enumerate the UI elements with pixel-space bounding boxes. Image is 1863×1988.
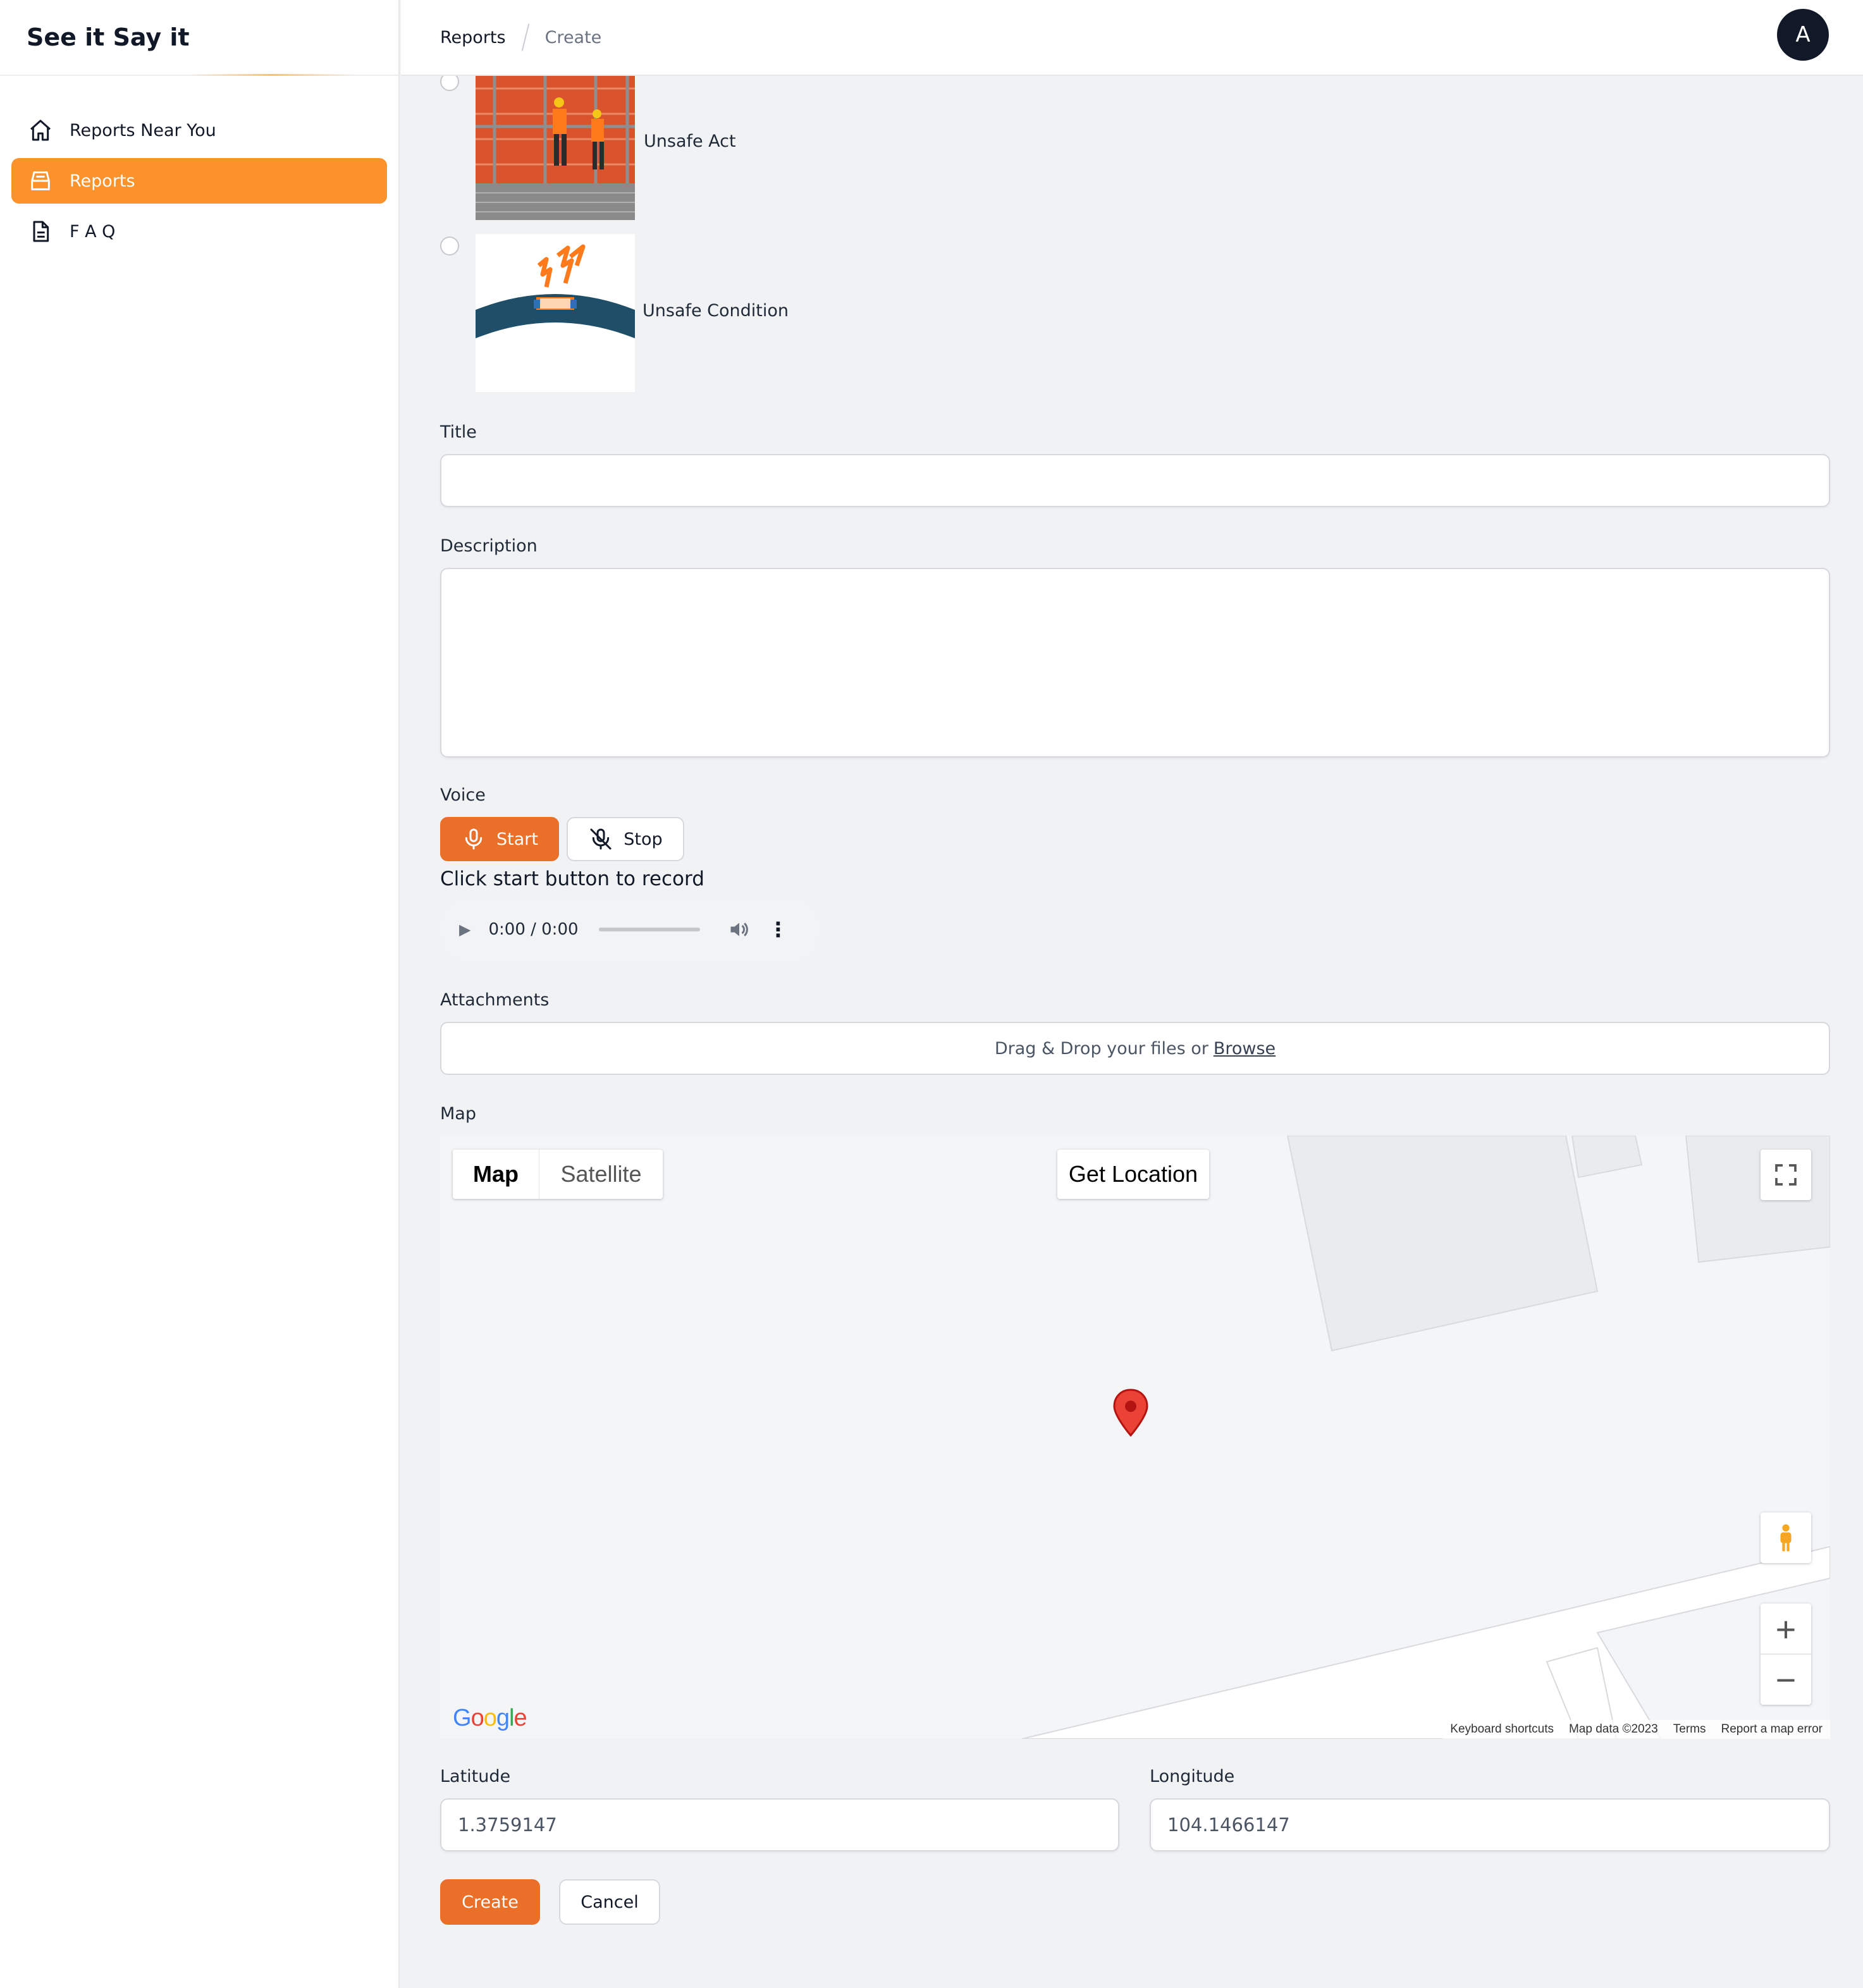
description-textarea[interactable] xyxy=(441,569,1829,756)
play-icon[interactable]: ▶ xyxy=(459,921,470,938)
audio-time: 0:00 / 0:00 xyxy=(488,920,579,939)
description-label: Description xyxy=(440,536,538,556)
drop-text: Drag & Drop your files or xyxy=(994,1038,1208,1058)
browse-link[interactable]: Browse xyxy=(1214,1039,1276,1058)
fullscreen-button[interactable] xyxy=(1761,1150,1811,1200)
title-field[interactable] xyxy=(440,454,1830,507)
file-drop-zone[interactable]: Drag & Drop your files or Browse xyxy=(440,1022,1830,1075)
sidebar-item-faq[interactable]: F A Q xyxy=(11,209,387,254)
sidebar: See it Say it Reports Near You Reports F… xyxy=(0,0,400,1988)
audio-player: ▶ 0:00 / 0:00 ⋮ xyxy=(440,897,820,962)
description-field[interactable] xyxy=(440,568,1830,758)
sidebar-item-reports-near-you[interactable]: Reports Near You xyxy=(11,107,387,153)
start-label: Start xyxy=(496,829,538,849)
keyboard-shortcuts-link[interactable]: Keyboard shortcuts xyxy=(1450,1722,1554,1736)
map-type-map-button[interactable]: Map xyxy=(453,1150,539,1199)
zoom-in-icon[interactable]: + xyxy=(1761,1604,1811,1655)
google-logo: Google xyxy=(453,1705,527,1731)
longitude-label: Longitude xyxy=(1150,1767,1235,1786)
report-create-form: Unsafe Act Unsafe Condition Title Descri… xyxy=(401,76,1863,1988)
map-data-attribution: Map data ©2023 xyxy=(1568,1722,1658,1736)
title-label: Title xyxy=(440,422,477,442)
breadcrumb-reports[interactable]: Reports xyxy=(440,28,506,47)
audio-progress-bar[interactable] xyxy=(598,928,700,931)
more-options-icon[interactable]: ⋮ xyxy=(768,917,789,942)
report-map-error-link[interactable]: Report a map error xyxy=(1721,1722,1823,1736)
cancel-button[interactable]: Cancel xyxy=(559,1879,660,1925)
map-type-control: Map Satellite xyxy=(453,1150,663,1199)
stop-label: Stop xyxy=(624,829,663,849)
type-label-unsafe-act: Unsafe Act xyxy=(644,132,736,151)
document-icon xyxy=(33,221,49,242)
volume-icon[interactable] xyxy=(728,918,751,941)
map-type-satellite-button[interactable]: Satellite xyxy=(539,1150,663,1199)
get-location-button[interactable]: Get Location xyxy=(1057,1150,1209,1199)
type-label-unsafe-condition: Unsafe Condition xyxy=(643,301,789,321)
microphone-off-icon xyxy=(590,828,612,850)
unsafe-condition-image xyxy=(476,234,635,392)
app-title: See it Say it xyxy=(0,0,398,76)
record-hint: Click start button to record xyxy=(440,868,704,890)
sidebar-item-label: Reports xyxy=(70,171,135,191)
title-input[interactable] xyxy=(441,455,1829,506)
map-tiles xyxy=(1021,1136,1830,1739)
voice-label: Voice xyxy=(440,785,486,805)
latitude-field[interactable] xyxy=(440,1798,1119,1851)
map-label: Map xyxy=(440,1104,476,1124)
type-radio-unsafe-act[interactable] xyxy=(440,76,459,91)
tray-icon xyxy=(31,171,50,190)
pegman-icon xyxy=(1780,1524,1792,1552)
breadcrumb-create: Create xyxy=(544,27,602,47)
latitude-input[interactable] xyxy=(441,1800,1118,1850)
start-record-button[interactable]: Start xyxy=(440,817,559,861)
breadcrumb-separator xyxy=(521,23,529,51)
terms-link[interactable]: Terms xyxy=(1673,1722,1706,1736)
longitude-input[interactable] xyxy=(1151,1800,1829,1850)
unsafe-act-image xyxy=(476,76,635,220)
sidebar-item-reports[interactable]: Reports xyxy=(11,158,387,204)
latitude-label: Latitude xyxy=(440,1767,511,1786)
zoom-control: + − xyxy=(1761,1604,1811,1705)
avatar[interactable]: A xyxy=(1777,9,1829,61)
sidebar-item-label: Reports Near You xyxy=(70,120,216,140)
location-pin-icon[interactable] xyxy=(1113,1389,1148,1437)
map-footer: Keyboard shortcuts Map data ©2023 Terms … xyxy=(1442,1720,1830,1739)
street-view-pegman[interactable] xyxy=(1761,1512,1811,1563)
create-button[interactable]: Create xyxy=(440,1879,540,1925)
top-header: Reports Create A xyxy=(401,0,1863,76)
type-radio-unsafe-condition[interactable] xyxy=(440,236,459,255)
zoom-out-icon[interactable]: − xyxy=(1761,1655,1811,1704)
sidebar-item-label: F A Q xyxy=(70,221,116,242)
sidebar-nav: Reports Near You Reports F A Q xyxy=(0,76,398,264)
fullscreen-icon xyxy=(1775,1164,1797,1186)
microphone-icon xyxy=(465,828,483,850)
stop-record-button[interactable]: Stop xyxy=(567,817,684,861)
longitude-field[interactable] xyxy=(1150,1798,1830,1851)
attachments-label: Attachments xyxy=(440,990,550,1010)
map-view[interactable]: Map Satellite Get Location + − Google Ke… xyxy=(440,1136,1830,1739)
home-icon xyxy=(30,120,51,141)
